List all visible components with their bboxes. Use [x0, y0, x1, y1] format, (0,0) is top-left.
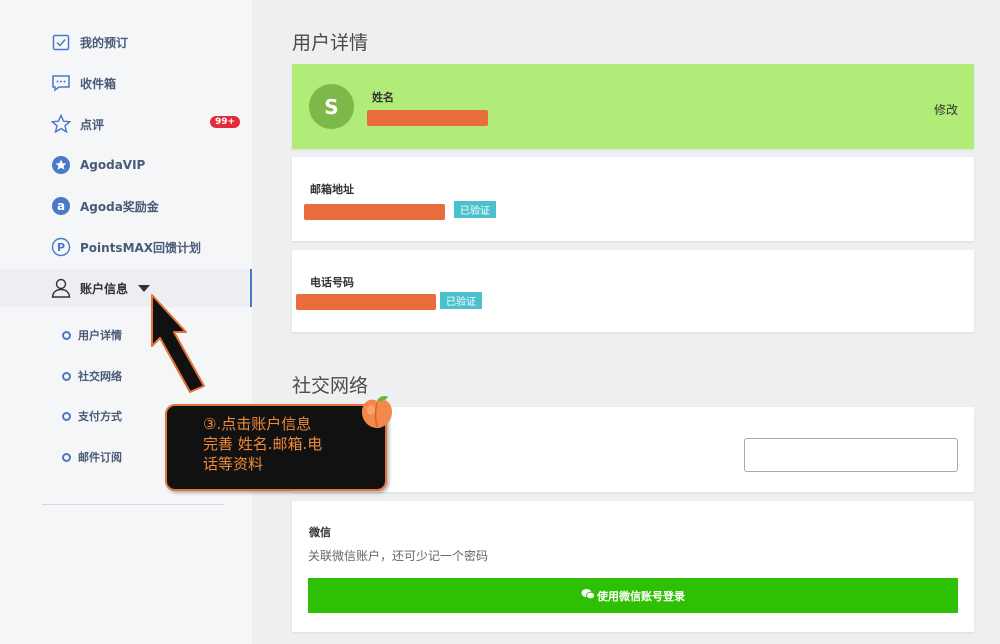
annotation-arrow-icon — [151, 294, 205, 393]
email-card: 邮箱地址 已验证 — [292, 157, 974, 241]
wechat-label: 微信 — [309, 526, 331, 539]
svg-text:P: P — [57, 241, 65, 254]
phone-card: 电话号码 已验证 — [292, 250, 974, 332]
phone-verified-badge: 已验证 — [440, 292, 482, 309]
reviews-count-badge: 99+ — [210, 116, 241, 128]
sidebar-item-label: Agoda奖励金 — [80, 199, 159, 214]
bullet-ring-icon — [62, 371, 71, 381]
callout-line: 话等资料 — [203, 455, 264, 473]
sidebar-item-agoda-vip[interactable]: AgodaVIP — [50, 153, 145, 177]
sidebar-subitem-social[interactable]: 社交网络 — [62, 367, 122, 385]
sidebar-item-label: 我的预订 — [80, 35, 129, 50]
sidebar-subitem-user-details[interactable]: 用户详情 — [62, 326, 122, 344]
wechat-description: 关联微信账户，还可少记一个密码 — [308, 549, 489, 563]
social-title: 社交网络 — [292, 375, 369, 397]
name-card: S 姓名 修改 — [292, 64, 974, 149]
sidebar-subitem-label: 支付方式 — [78, 410, 122, 423]
sidebar-item-label: 收件箱 — [80, 76, 117, 91]
phone-label: 电话号码 — [310, 276, 354, 289]
bullet-ring-icon — [62, 452, 71, 462]
calendar-check-icon — [50, 31, 72, 53]
chevron-down-icon[interactable] — [138, 284, 151, 292]
sidebar-subitem-label: 社交网络 — [78, 370, 122, 383]
wechat-login-label: 使用微信账号登录 — [597, 589, 685, 603]
name-value-redacted — [367, 110, 488, 126]
sidebar-item-label: PointsMAX回馈计划 — [80, 240, 202, 255]
sidebar-subitem-label: 用户详情 — [78, 329, 122, 342]
name-label: 姓名 — [372, 91, 394, 104]
wechat-icon — [581, 588, 595, 603]
sidebar-item-agoda-cash[interactable]: a Agoda奖励金 — [50, 194, 159, 218]
edit-name-link[interactable]: 修改 — [934, 101, 958, 118]
pointsmax-icon: P — [50, 236, 72, 258]
peach-icon — [362, 396, 392, 428]
agoda-cash-icon: a — [50, 195, 72, 217]
wechat-card: 微信 关联微信账户，还可少记一个密码 使用微信账号登录 — [292, 501, 974, 632]
page-title: 用户详情 — [292, 32, 369, 54]
wechat-login-button[interactable]: 使用微信账号登录 — [308, 578, 958, 613]
chat-bubble-icon — [50, 72, 72, 94]
sidebar-item-label: AgodaVIP — [80, 158, 146, 172]
bullet-ring-icon — [62, 411, 71, 421]
facebook-connect-field[interactable] — [744, 438, 958, 472]
sidebar-item-label: 账户信息 — [80, 281, 129, 296]
callout-line: 完善 姓名.邮箱.电 — [203, 435, 323, 453]
email-verified-badge: 已验证 — [454, 201, 496, 218]
callout-line: ③.点击账户信息 — [203, 415, 312, 433]
avatar: S — [309, 84, 354, 129]
sidebar-subitem-email-subscription[interactable]: 邮件订阅 — [62, 448, 122, 466]
sidebar-item-label: 点评 — [80, 117, 105, 132]
sidebar-item-inbox[interactable]: 收件箱 — [50, 71, 116, 95]
sidebar: 我的预订 收件箱 点评 99+ AgodaVIP a Agoda奖励金 P Po… — [0, 0, 252, 644]
sidebar-subitem-payment[interactable]: 支付方式 — [62, 407, 122, 425]
sidebar-divider — [42, 504, 224, 505]
email-label: 邮箱地址 — [310, 183, 354, 196]
phone-value-redacted — [296, 294, 436, 310]
star-circle-icon — [50, 154, 72, 176]
bullet-ring-icon — [62, 330, 71, 340]
sidebar-item-my-bookings[interactable]: 我的预订 — [50, 30, 128, 54]
svg-text:a: a — [57, 199, 65, 213]
star-outline-icon — [50, 113, 72, 135]
sidebar-subitem-label: 邮件订阅 — [78, 451, 122, 464]
sidebar-item-reviews[interactable]: 点评 99+ — [50, 112, 241, 136]
email-value-redacted — [304, 204, 445, 220]
user-icon — [50, 277, 72, 299]
sidebar-item-account-info[interactable]: 账户信息 — [0, 269, 252, 307]
annotation-callout: ③.点击账户信息 完善 姓名.邮箱.电 话等资料 — [165, 404, 387, 491]
sidebar-item-pointsmax[interactable]: P PointsMAX回馈计划 — [50, 235, 201, 259]
